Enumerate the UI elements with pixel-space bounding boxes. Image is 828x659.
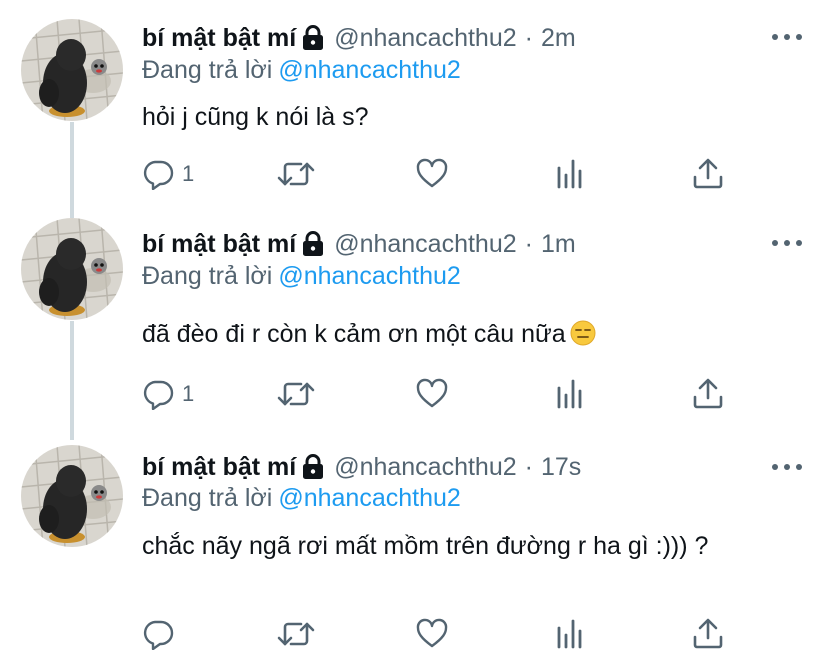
heart-icon: [416, 158, 448, 190]
share-icon: [692, 618, 724, 650]
reply-button[interactable]: 1: [142, 376, 194, 412]
display-name[interactable]: bí mật bật mí: [142, 24, 296, 53]
user-handle[interactable]: @nhancachthu2: [334, 230, 516, 259]
action-bar: [142, 616, 742, 652]
thread-line: [70, 321, 74, 440]
like-button[interactable]: [416, 616, 448, 652]
reply-count: 1: [182, 161, 195, 186]
reply-icon: [142, 618, 174, 650]
reply-button[interactable]: 1: [142, 156, 194, 192]
replying-prefix: Đang trả lời: [142, 484, 273, 512]
tweet-header: bí mật bật mí @nhancachthu2 · 17s: [142, 449, 581, 485]
tweet-header: bí mật bật mí @nhancachthu2 · 2m: [142, 20, 576, 56]
replying-prefix: Đang trả lời: [142, 262, 273, 290]
timestamp[interactable]: 1m: [541, 230, 576, 259]
lock-icon: [302, 25, 324, 51]
reply-count: 1: [182, 381, 195, 406]
lock-icon: [302, 454, 324, 480]
retweet-icon: [276, 158, 316, 190]
replying-to: Đang trả lời @nhancachthu2: [142, 56, 461, 85]
tweet[interactable]: bí mật bật mí @nhancachthu2 · 2m Đang tr…: [0, 0, 828, 218]
retweet-button[interactable]: [276, 616, 316, 652]
share-button[interactable]: [692, 156, 724, 192]
action-bar: 1: [142, 376, 742, 412]
tweet-text-content: đã đèo đi r còn k cảm ơn một câu nữa: [142, 320, 566, 348]
tweet-text-content: hỏi j cũng k nói là s?: [142, 103, 369, 131]
replying-to: Đang trả lời @nhancachthu2: [142, 484, 461, 513]
share-icon: [692, 158, 724, 190]
tweet[interactable]: bí mật bật mí @nhancachthu2 · 17s Đang t…: [0, 440, 828, 659]
reply-icon: [142, 158, 174, 190]
share-icon: [692, 378, 724, 410]
tweet-text: đã đèo đi r còn k cảm ơn một câu nữa: [142, 314, 762, 354]
retweet-icon: [276, 618, 316, 650]
tweet-text: hỏi j cũng k nói là s?: [142, 97, 762, 137]
replying-to-link[interactable]: @nhancachthu2: [278, 56, 460, 84]
tweet-header: bí mật bật mí @nhancachthu2 · 1m: [142, 226, 576, 262]
analytics-icon: [554, 378, 586, 410]
avatar[interactable]: [21, 19, 123, 121]
expressionless-face-icon: [570, 318, 596, 344]
separator-dot: ·: [524, 452, 533, 481]
more-icon[interactable]: [772, 462, 802, 472]
avatar[interactable]: [21, 445, 123, 547]
analytics-button[interactable]: [554, 376, 586, 412]
retweet-button[interactable]: [276, 156, 316, 192]
analytics-button[interactable]: [554, 156, 586, 192]
tweet-feed: bí mật bật mí @nhancachthu2 · 2m Đang tr…: [0, 0, 828, 659]
action-bar: 1: [142, 156, 742, 192]
tweet-text: chắc nãy ngã rơi mất mồm trên đường r ha…: [142, 526, 762, 566]
heart-icon: [416, 378, 448, 410]
replying-to: Đang trả lời @nhancachthu2: [142, 262, 461, 291]
replying-to-link[interactable]: @nhancachthu2: [278, 262, 460, 290]
thread-line: [70, 122, 74, 218]
like-button[interactable]: [416, 376, 448, 412]
timestamp[interactable]: 17s: [541, 453, 581, 482]
timestamp[interactable]: 2m: [541, 24, 576, 53]
display-name[interactable]: bí mật bật mí: [142, 453, 296, 482]
like-button[interactable]: [416, 156, 448, 192]
separator-dot: ·: [524, 23, 533, 52]
tweet[interactable]: bí mật bật mí @nhancachthu2 · 1m Đang tr…: [0, 218, 828, 440]
replying-prefix: Đang trả lời: [142, 56, 273, 84]
reply-icon: [142, 378, 174, 410]
reply-button[interactable]: [142, 616, 182, 652]
lock-icon: [302, 231, 324, 257]
heart-icon: [416, 618, 448, 650]
analytics-button[interactable]: [554, 616, 586, 652]
share-button[interactable]: [692, 376, 724, 412]
share-button[interactable]: [692, 616, 724, 652]
avatar[interactable]: [21, 218, 123, 320]
separator-dot: ·: [524, 229, 533, 258]
retweet-button[interactable]: [276, 376, 316, 412]
tweet-text-content: chắc nãy ngã rơi mất mồm trên đường r ha…: [142, 532, 709, 560]
replying-to-link[interactable]: @nhancachthu2: [278, 484, 460, 512]
display-name[interactable]: bí mật bật mí: [142, 230, 296, 259]
user-handle[interactable]: @nhancachthu2: [334, 24, 516, 53]
analytics-icon: [554, 618, 586, 650]
retweet-icon: [276, 378, 316, 410]
more-icon[interactable]: [772, 32, 802, 42]
more-icon[interactable]: [772, 238, 802, 248]
analytics-icon: [554, 158, 586, 190]
user-handle[interactable]: @nhancachthu2: [334, 453, 516, 482]
